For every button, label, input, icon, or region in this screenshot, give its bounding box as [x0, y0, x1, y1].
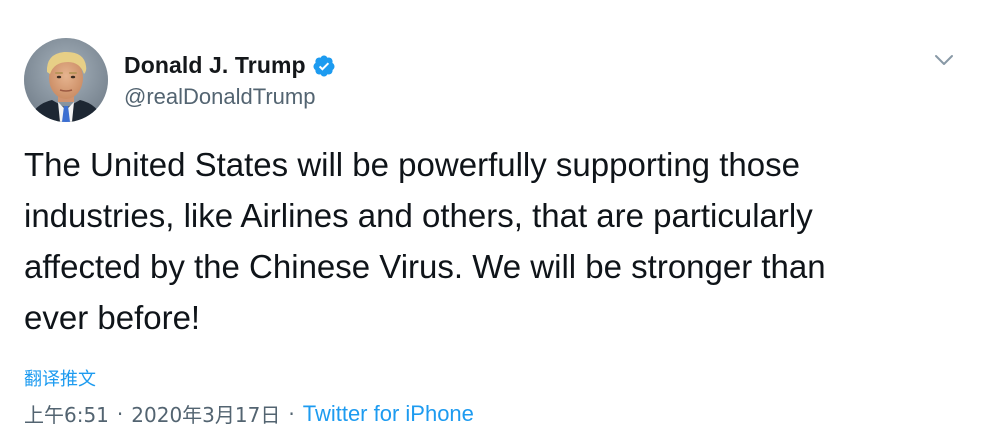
tweet-time[interactable]: 上午6:51: [24, 399, 109, 428]
tweet-date[interactable]: 2020年3月17日: [131, 399, 280, 428]
tweet-card: Donald J. Trump @realDonaldTrump The Uni…: [0, 0, 986, 445]
verified-badge-icon: [312, 54, 336, 78]
tweet-source-link[interactable]: Twitter for iPhone: [303, 401, 474, 427]
tweet-text-line: ever before!: [24, 299, 201, 336]
tweet-text-line: affected by the Chinese Virus. We will b…: [24, 248, 826, 285]
name-row: Donald J. Trump: [124, 50, 336, 80]
tweet-meta: 上午6:51 · 2020年3月17日 · Twitter for iPhone: [24, 399, 474, 428]
meta-separator: ·: [116, 401, 124, 426]
display-name[interactable]: Donald J. Trump: [124, 52, 306, 79]
user-handle[interactable]: @realDonaldTrump: [124, 84, 336, 110]
translate-tweet-link[interactable]: 翻译推文: [24, 365, 96, 391]
author-block: Donald J. Trump @realDonaldTrump: [124, 50, 336, 110]
tweet-header: Donald J. Trump @realDonaldTrump: [24, 38, 964, 124]
tweet-text: The United States will be powerfully sup…: [24, 139, 944, 343]
meta-separator: ·: [288, 401, 295, 426]
avatar[interactable]: [24, 38, 108, 122]
chevron-down-icon[interactable]: [930, 46, 958, 74]
tweet-text-line: The United States will be powerfully sup…: [24, 146, 800, 183]
tweet-text-line: industries, like Airlines and others, th…: [24, 197, 813, 234]
profile-photo: [24, 38, 108, 122]
